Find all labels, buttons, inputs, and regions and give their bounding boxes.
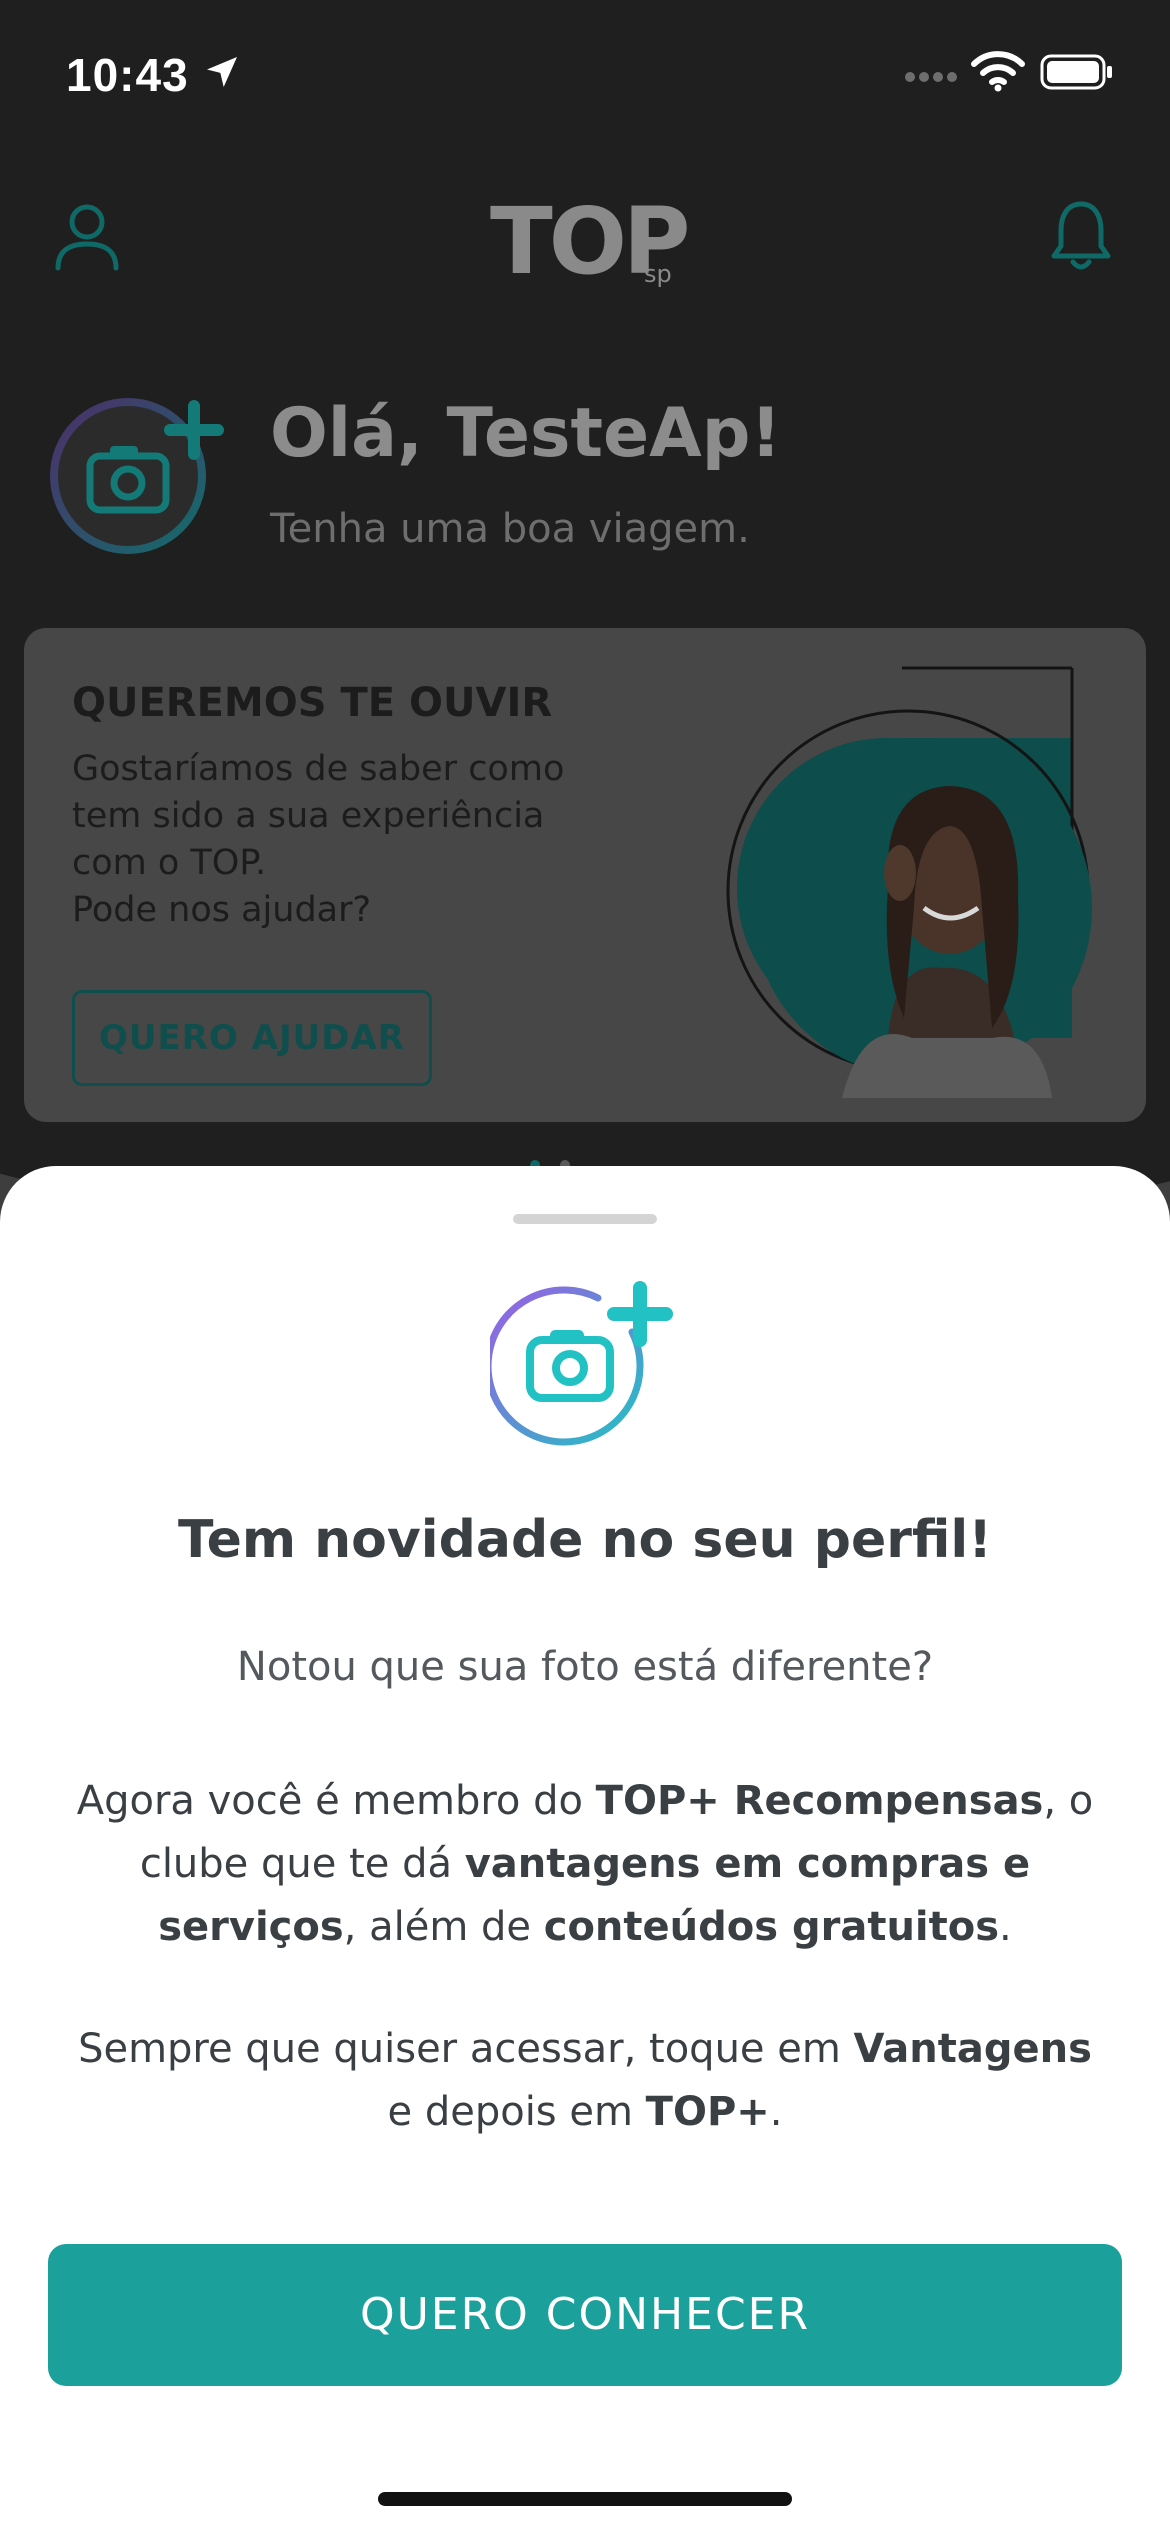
status-bar: 10:43 bbox=[0, 0, 1170, 140]
help-button[interactable]: QUERO AJUDAR bbox=[72, 990, 432, 1086]
bold-run: TOP+ bbox=[645, 2089, 770, 2135]
sheet-description: Agora você é membro do TOP+ Recompensas,… bbox=[70, 1770, 1100, 1959]
bold-run: TOP+ Recompensas bbox=[595, 1778, 1044, 1824]
location-arrow-icon bbox=[207, 57, 237, 87]
survey-card: QUEREMOS TE OUVIR Gostaríamos de saber c… bbox=[24, 628, 1146, 1122]
top-logo: TOP sp bbox=[490, 188, 690, 298]
survey-card-title: QUEREMOS TE OUVIR bbox=[72, 680, 553, 726]
bold-run: conteúdos gratuitos bbox=[543, 1904, 1000, 1950]
survey-card-line: Gostaríamos de saber como bbox=[72, 749, 565, 789]
woman-listening-photo bbox=[726, 666, 1092, 1098]
text-run: Sempre que quiser acessar, toque em bbox=[78, 2026, 854, 2072]
wifi-icon bbox=[971, 51, 1025, 92]
learn-more-button[interactable]: QUERO CONHECER bbox=[48, 2244, 1122, 2386]
sheet-grabber[interactable] bbox=[513, 1214, 657, 1224]
text-run: , além de bbox=[343, 1904, 544, 1950]
greeting-subtitle: Tenha uma boa viagem. bbox=[270, 506, 750, 552]
survey-card-line: Pode nos ajudar? bbox=[72, 890, 372, 930]
logo-subtext: sp bbox=[644, 260, 672, 288]
survey-card-body: Gostaríamos de saber como tem sido a sua… bbox=[72, 746, 672, 934]
battery-icon bbox=[1040, 54, 1112, 90]
text-run: . bbox=[999, 1904, 1012, 1950]
cellular-dots-icon bbox=[905, 72, 957, 82]
survey-card-line: tem sido a sua experiência bbox=[72, 796, 545, 836]
profile-icon[interactable] bbox=[50, 198, 124, 272]
sheet-question: Notou que sua foto está diferente? bbox=[236, 1644, 934, 1690]
text-run: . bbox=[769, 2089, 783, 2135]
camera-plus-icon bbox=[490, 1281, 673, 1446]
bold-run: Vantagens bbox=[853, 2026, 1092, 2072]
text-run: Agora você é membro do bbox=[76, 1778, 596, 1824]
survey-card-line: com o TOP. bbox=[72, 843, 267, 883]
home-indicator[interactable] bbox=[378, 2492, 792, 2506]
bell-icon[interactable] bbox=[1046, 196, 1116, 276]
status-time: 10:43 bbox=[66, 49, 189, 101]
avatar-camera-plus-icon[interactable] bbox=[44, 388, 224, 558]
greeting-title: Olá, TesteAp! bbox=[270, 394, 782, 473]
text-run: e depois em bbox=[387, 2089, 646, 2135]
sheet-title: Tem novidade no seu perfil! bbox=[178, 1510, 992, 1570]
bottom-sheet: Tem novidade no seu perfil! Notou que su… bbox=[0, 1166, 1170, 2532]
sheet-instructions: Sempre que quiser acessar, toque em Vant… bbox=[70, 2018, 1100, 2144]
